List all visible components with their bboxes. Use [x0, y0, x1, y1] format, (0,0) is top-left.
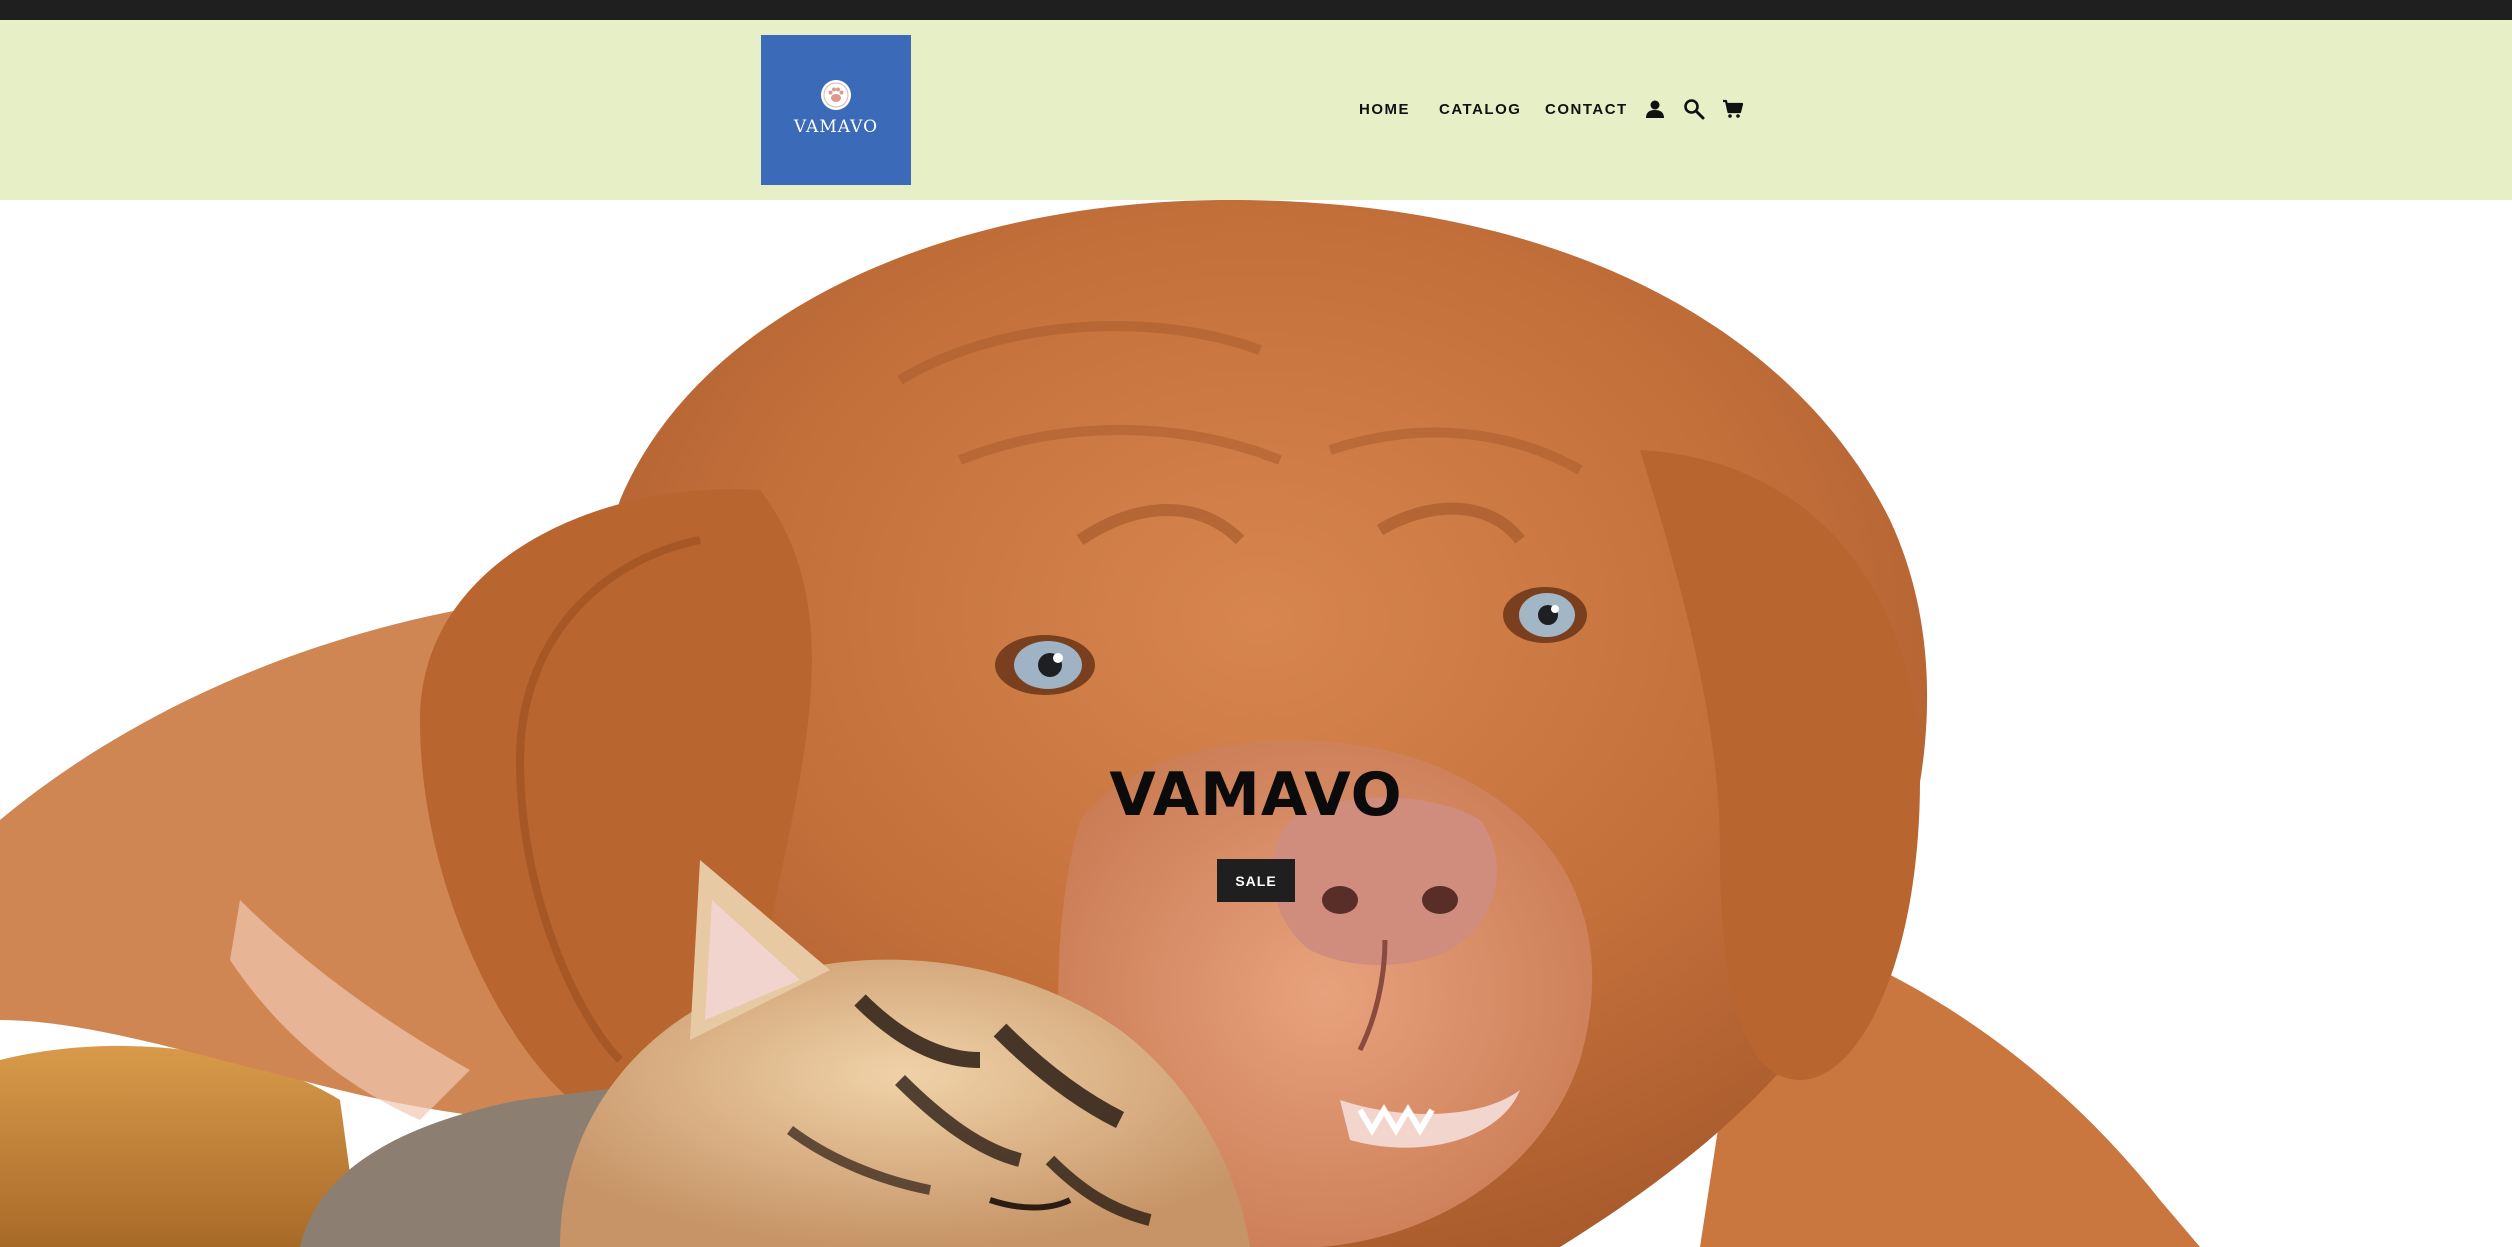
cart-icon[interactable] [1721, 97, 1745, 121]
hero-banner: VAMAVO SALE [0, 200, 2512, 1247]
nav-home[interactable]: HOME [1359, 101, 1410, 118]
paw-icon [821, 80, 851, 110]
top-bar [0, 0, 2512, 20]
account-icon[interactable] [1643, 97, 1667, 121]
nav-catalog[interactable]: CATALOG [1439, 101, 1521, 118]
site-header: VAMAVO HOME CATALOG CONTACT [0, 20, 2512, 200]
site-logo[interactable]: VAMAVO [761, 35, 911, 185]
hero-image [0, 200, 2200, 1247]
hero-title: VAMAVO [1109, 760, 1403, 830]
search-icon[interactable] [1682, 97, 1706, 121]
sale-button[interactable]: SALE [1217, 859, 1295, 902]
nav-contact[interactable]: CONTACT [1545, 101, 1628, 118]
logo-text: VAMAVO [793, 117, 879, 137]
